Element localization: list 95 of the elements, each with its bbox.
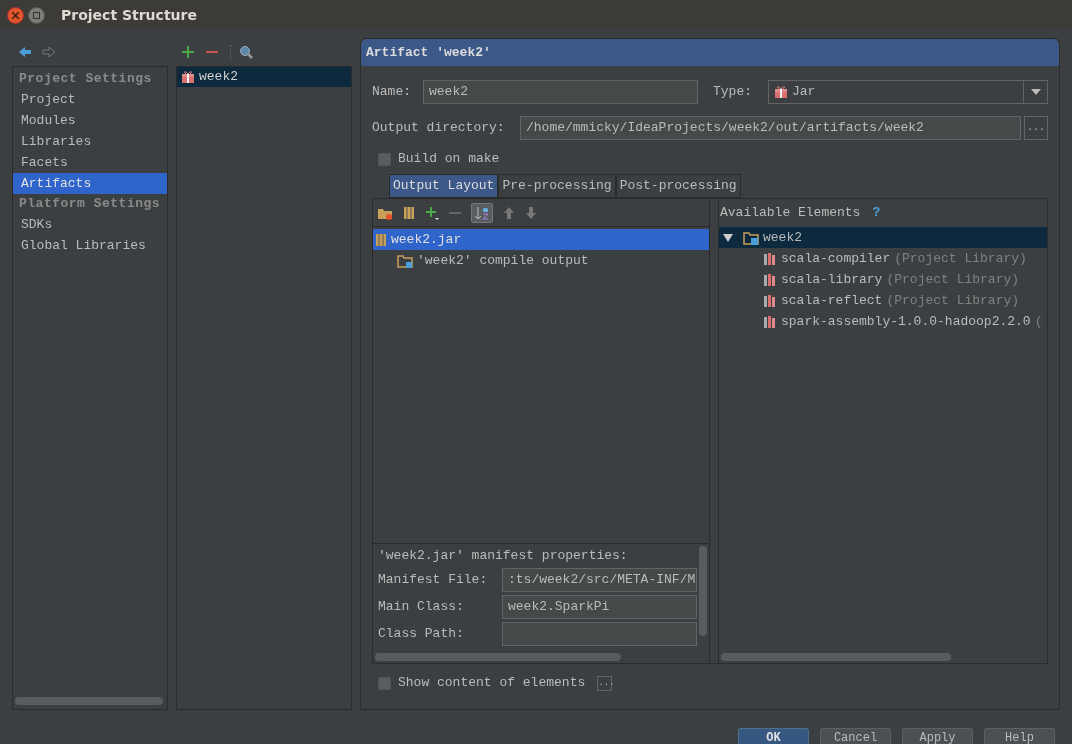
artifact-item[interactable]: week2: [177, 67, 351, 87]
checkbox-label: Build on make: [398, 150, 500, 169]
gift-icon: [181, 70, 195, 84]
archive-button[interactable]: [403, 205, 415, 220]
browse-button[interactable]: ...: [1024, 116, 1048, 140]
module-icon: [743, 230, 759, 245]
scrollbar[interactable]: [721, 653, 951, 661]
more-button[interactable]: ...: [597, 675, 613, 691]
tree-item-note: (: [1034, 312, 1043, 331]
back-arrow-icon: [18, 46, 32, 58]
section-title: Available Elements: [720, 204, 861, 223]
window-title: Project Structure: [61, 5, 197, 25]
gift-icon: [774, 85, 788, 99]
remove-button[interactable]: [449, 211, 461, 214]
search-icon: [239, 45, 253, 59]
sidebar-item[interactable]: Artifacts: [13, 173, 167, 194]
add-button[interactable]: [425, 205, 439, 220]
move-up-button[interactable]: [503, 205, 515, 220]
checkbox-label: Show content of elements: [398, 674, 586, 693]
tree-item-label: spark-assembly-1.0.0-hadoop2.2.0: [781, 312, 1031, 331]
text-field[interactable]: [502, 622, 697, 646]
field-label: Class Path:: [378, 625, 465, 644]
field-label: Type:: [713, 83, 753, 102]
library-icon: [763, 294, 777, 307]
field-label: Manifest File:: [378, 571, 489, 590]
tree-item[interactable]: scala-reflect (Project Library): [719, 290, 1047, 311]
maximize-button[interactable]: [28, 6, 45, 24]
close-button[interactable]: [7, 6, 24, 24]
tab[interactable]: Output Layout: [389, 174, 499, 198]
move-down-button[interactable]: [525, 205, 537, 220]
sidebar-item[interactable]: Global Libraries: [13, 235, 167, 256]
back-button[interactable]: [18, 46, 32, 58]
text-field[interactable]: :ts/week2/src/META-INF/M: [502, 568, 697, 592]
scrollbar[interactable]: [15, 697, 163, 705]
tree-item[interactable]: spark-assembly-1.0.0-hadoop2.2.0 (: [719, 311, 1047, 332]
tree-item-note: (Project Library): [886, 270, 1020, 289]
folder-icon: [397, 253, 413, 268]
tree-item[interactable]: 'week2' compile output: [373, 250, 709, 271]
dialog-button[interactable]: Cancel: [820, 728, 891, 744]
sidebar-item[interactable]: Facets: [13, 152, 167, 173]
up-arrow-icon: [503, 205, 515, 220]
sidebar-item[interactable]: Modules: [13, 110, 167, 131]
expanded-arrow-icon: [723, 232, 733, 243]
add-button[interactable]: [182, 46, 194, 58]
tab[interactable]: Pre-processing: [498, 174, 616, 198]
checkbox[interactable]: [378, 676, 391, 690]
panel-header: Artifact 'week2': [361, 39, 1059, 66]
section-heading: Project Settings: [18, 70, 153, 88]
dropdown-value: Jar: [792, 83, 816, 102]
help-icon[interactable]: ?: [872, 203, 881, 223]
type-dropdown[interactable]: Jar: [768, 80, 1048, 104]
sort-button[interactable]: [471, 202, 493, 223]
manifest-title: 'week2.jar' manifest properties:: [377, 547, 629, 565]
dialog-button[interactable]: OK: [738, 728, 809, 744]
jar-icon: [375, 232, 387, 247]
tree-item[interactable]: scala-library (Project Library): [719, 269, 1047, 290]
forward-arrow-icon: [42, 46, 56, 58]
sidebar-item[interactable]: SDKs: [13, 214, 167, 235]
plus-icon: [182, 46, 194, 58]
output-directory-field[interactable]: /home/mmicky/IdeaProjects/week2/out/artifacts/week2: [520, 116, 1021, 140]
field-label: Output directory:: [372, 119, 506, 138]
tree-item-label: week2: [763, 228, 802, 247]
library-icon: [763, 273, 777, 286]
tree-item[interactable]: week2.jar: [373, 229, 709, 250]
close-icon: [12, 11, 19, 19]
section-heading: Platform Settings: [18, 195, 162, 213]
checkbox[interactable]: [378, 152, 391, 166]
dialog-button[interactable]: Help: [984, 728, 1055, 744]
forward-button[interactable]: [42, 46, 56, 58]
tab[interactable]: Post-processing: [615, 174, 741, 198]
text-field[interactable]: week2.SparkPi: [502, 595, 697, 619]
scrollbar[interactable]: [699, 546, 707, 636]
tree-item[interactable]: scala-compiler (Project Library): [719, 248, 1047, 269]
sort-icon: [474, 205, 490, 220]
tree-item[interactable]: week2: [719, 227, 1047, 248]
minus-icon: [449, 211, 461, 214]
name-field[interactable]: week2: [423, 80, 698, 104]
field-label: Main Class:: [378, 598, 465, 617]
tree-item-label: scala-reflect: [781, 291, 883, 310]
tree-item-note: (Project Library): [894, 249, 1027, 268]
sidebar-item[interactable]: Project: [13, 89, 167, 110]
library-icon: [763, 252, 777, 265]
tree-item-label: scala-compiler: [781, 249, 891, 268]
scrollbar[interactable]: [375, 653, 621, 661]
tree-item-note: (Project Library): [886, 291, 1020, 310]
dialog-button[interactable]: Apply: [902, 728, 973, 744]
down-arrow-icon: [525, 205, 537, 220]
plus-icon: [425, 205, 439, 220]
caret-icon: [1030, 89, 1041, 95]
library-icon: [763, 315, 777, 328]
sidebar-item[interactable]: Libraries: [13, 131, 167, 152]
tree-item-label: scala-library: [781, 270, 883, 289]
archive-icon: [403, 205, 415, 220]
field-label: Name:: [372, 83, 412, 102]
search-button[interactable]: [230, 45, 253, 59]
